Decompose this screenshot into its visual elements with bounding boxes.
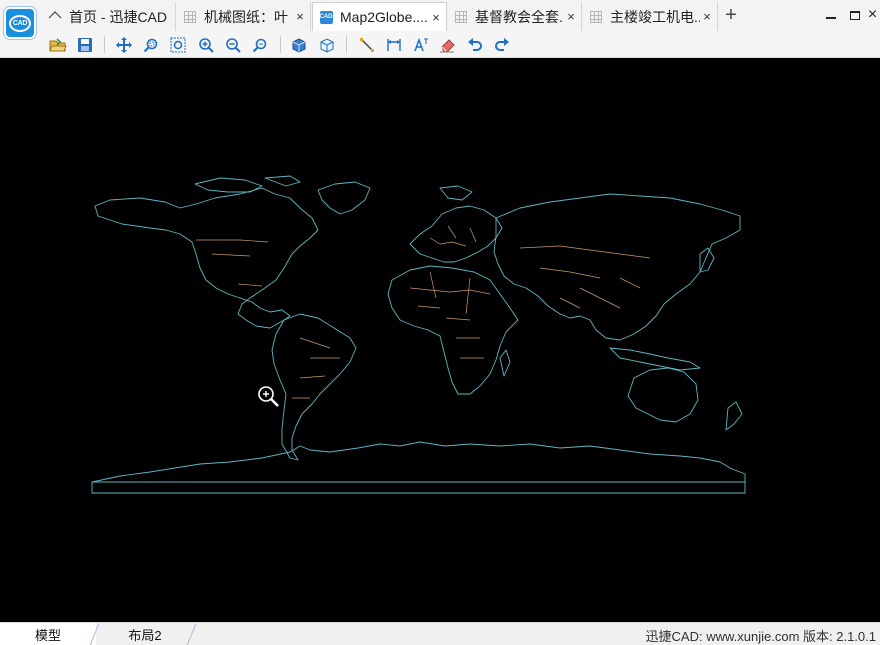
- new-zealand-outline: [725, 401, 743, 431]
- eraser-button[interactable]: [437, 34, 459, 56]
- cad-doc-icon: CAD: [319, 10, 333, 24]
- southeast-asia-islands-outline: [609, 347, 701, 371]
- 3d-view-button[interactable]: [288, 34, 310, 56]
- status-bar: 模型 布局2 迅捷CAD: www.xunjie.com 版本: 2.1.0.1: [0, 622, 880, 645]
- drawing-canvas[interactable]: [0, 58, 880, 622]
- toolbar-divider: [104, 36, 105, 53]
- map-frame: [91, 481, 746, 494]
- layout-tab-model[interactable]: 模型: [0, 623, 96, 645]
- open-icon: [49, 38, 67, 52]
- dimension-button[interactable]: [383, 34, 405, 56]
- zoom-extents-icon: [170, 37, 186, 53]
- tab-church-drawing[interactable]: 基督教会全套... ×: [448, 2, 582, 31]
- australia-outline: [627, 367, 699, 423]
- grid-doc-icon: [183, 10, 197, 24]
- minimize-icon: [826, 17, 836, 19]
- asia-outline: [493, 193, 741, 341]
- zoom-extents-button[interactable]: [167, 34, 189, 56]
- home-icon: [48, 10, 62, 24]
- tab-label: 机械图纸：叶: [204, 8, 288, 25]
- tab-label: 主楼竣工机电...: [610, 8, 700, 25]
- redo-icon: [495, 38, 509, 51]
- world-map-drawing: [91, 175, 746, 494]
- tab-label: 首页 - 迅捷CAD: [69, 8, 167, 25]
- south-america-outline: [271, 313, 357, 461]
- grid-doc-icon: [454, 10, 468, 24]
- antarctica-outline: [91, 441, 746, 483]
- zoom-window-button[interactable]: [140, 34, 162, 56]
- zoom-window-icon: [143, 38, 158, 53]
- 3d-orbit-icon: [320, 38, 334, 53]
- tab-mechanical-drawing[interactable]: 机械图纸：叶 ×: [177, 2, 311, 31]
- 3d-view-icon: [292, 38, 306, 53]
- status-text: 迅捷CAD: www.xunjie.com 版本: 2.1.0.1: [645, 629, 876, 644]
- tab-bar: CAD 首页 - 迅捷CAD 机械图纸：叶 × CAD Map2Globe...…: [0, 0, 880, 39]
- tab-map2globe[interactable]: CAD Map2Globe.... ×: [312, 2, 447, 31]
- text-icon: [414, 37, 428, 52]
- europe-outline: [409, 185, 503, 263]
- toolbar-divider: [280, 36, 281, 53]
- toolbar: [0, 31, 880, 58]
- pan-button[interactable]: [113, 34, 135, 56]
- line-icon: [360, 38, 374, 52]
- zoom-in-button[interactable]: [195, 34, 217, 56]
- save-button[interactable]: [74, 34, 96, 56]
- text-button[interactable]: [410, 34, 432, 56]
- app-logo-text: CAD: [9, 14, 31, 32]
- grid-doc-icon: [589, 10, 603, 24]
- undo-button[interactable]: [464, 34, 486, 56]
- north-america-outline: [94, 187, 319, 329]
- eraser-icon: [440, 39, 455, 53]
- layout-tab-layout2[interactable]: 布局2: [100, 623, 190, 645]
- greenland-outline: [317, 181, 371, 215]
- close-icon[interactable]: ×: [429, 10, 443, 25]
- close-window-icon: ×: [867, 6, 878, 23]
- tab-main-building-drawing[interactable]: 主楼竣工机电... ×: [583, 2, 718, 31]
- tab-home[interactable]: 首页 - 迅捷CAD: [42, 2, 176, 31]
- zoom-out-icon: [226, 38, 241, 53]
- africa-outline: [387, 265, 519, 395]
- zoom-previous-button[interactable]: [249, 34, 271, 56]
- open-button[interactable]: [47, 34, 69, 56]
- save-icon: [78, 38, 92, 52]
- tab-label: 基督教会全套...: [475, 8, 564, 25]
- layout-tab-label: 布局2: [128, 628, 162, 643]
- close-window-button[interactable]: ×: [865, 4, 880, 26]
- japan-outline: [699, 247, 715, 273]
- app-logo[interactable]: CAD: [4, 7, 36, 39]
- minimize-button[interactable]: [818, 4, 844, 26]
- dimension-icon: [387, 39, 401, 51]
- toolbar-divider: [346, 36, 347, 53]
- layout-tab-label: 模型: [34, 628, 61, 643]
- country-borders: [196, 225, 651, 399]
- zoom-in-icon: [199, 38, 214, 53]
- close-icon[interactable]: ×: [293, 9, 307, 24]
- new-tab-button[interactable]: +: [721, 5, 741, 25]
- maximize-icon: [850, 10, 860, 20]
- arctic-islands-outline: [194, 175, 301, 193]
- zoom-out-button[interactable]: [222, 34, 244, 56]
- zoom-cursor-icon: [257, 385, 281, 409]
- 3d-orbit-button[interactable]: [316, 34, 338, 56]
- close-icon[interactable]: ×: [564, 9, 578, 24]
- undo-icon: [468, 38, 482, 51]
- tab-label: Map2Globe....: [340, 9, 428, 25]
- zoom-previous-icon: [252, 38, 267, 53]
- madagascar-outline: [499, 349, 511, 377]
- redo-button[interactable]: [491, 34, 513, 56]
- pan-icon: [116, 37, 132, 53]
- close-icon[interactable]: ×: [700, 9, 714, 24]
- line-button[interactable]: [356, 34, 378, 56]
